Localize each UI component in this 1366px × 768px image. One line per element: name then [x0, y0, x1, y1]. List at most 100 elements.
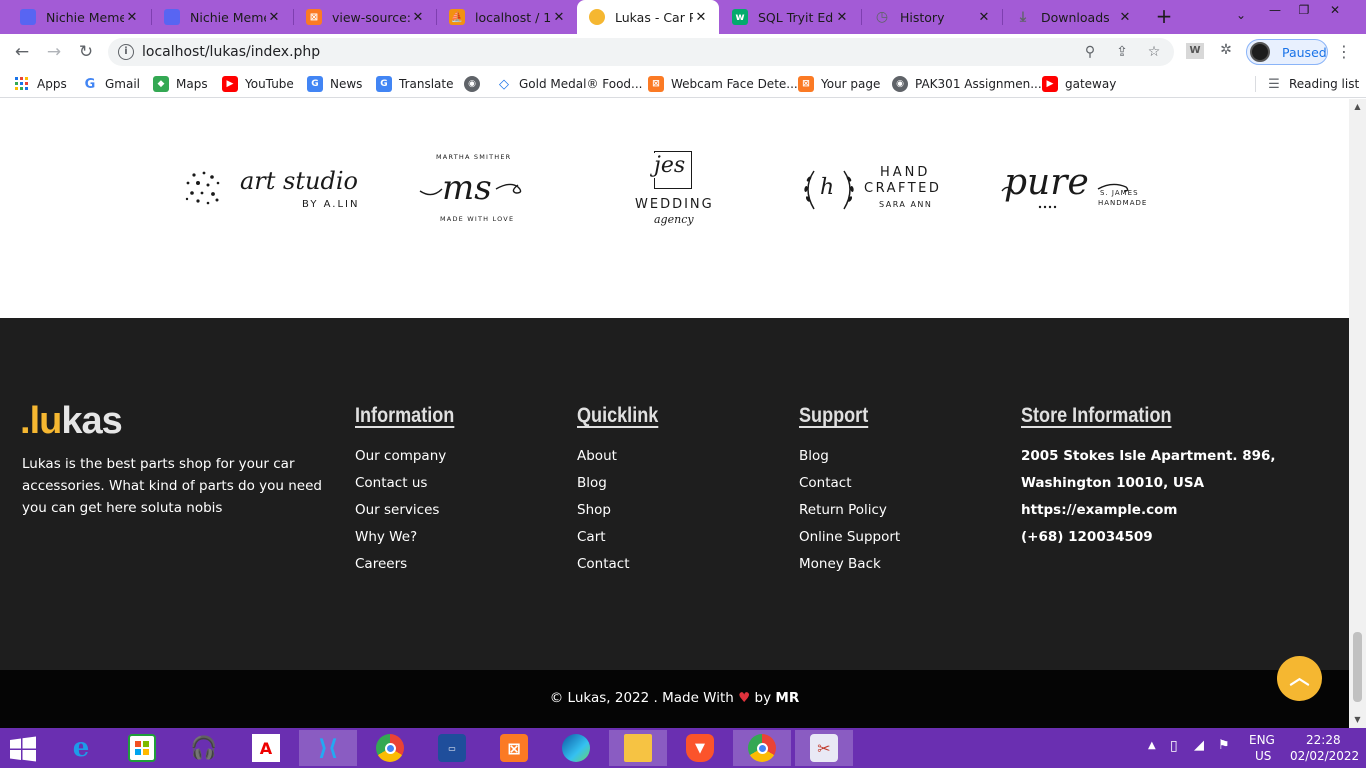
back-button[interactable]: ←: [10, 40, 34, 64]
tab-downloads[interactable]: ⤓ Downloads ✕: [1003, 0, 1143, 34]
taskbar-audio[interactable]: 🎧: [175, 730, 233, 766]
close-icon[interactable]: ✕: [266, 10, 282, 25]
footer-heading[interactable]: Store Information: [1021, 404, 1240, 428]
tab-phpmyadmin[interactable]: ⛵ localhost / 127 ✕: [437, 0, 577, 34]
tab-nichie-memes-2[interactable]: Nichie Memes ✕: [152, 0, 292, 34]
reload-button[interactable]: ↻: [74, 40, 98, 64]
bookmark-webcam[interactable]: ⊠ Webcam Face Dete...: [648, 75, 798, 93]
taskbar-store[interactable]: [113, 730, 171, 766]
language-code[interactable]: ENG: [1249, 733, 1275, 747]
url-text[interactable]: localhost/lukas/index.php: [142, 44, 320, 60]
taskbar-chrome-active[interactable]: [733, 730, 791, 766]
extensions-puzzle-icon[interactable]: ✲: [1216, 42, 1236, 62]
taskbar-paint[interactable]: ✂: [795, 730, 853, 766]
scroll-to-top-button[interactable]: ︿: [1277, 656, 1322, 701]
bookmark-globe[interactable]: ◉: [464, 75, 487, 93]
footer-link[interactable]: Contact us: [355, 473, 471, 500]
bookmark-gateway[interactable]: ▶ gateway: [1042, 75, 1116, 93]
bookmark-gmail[interactable]: G Gmail: [82, 75, 140, 93]
footer-link[interactable]: Careers: [355, 554, 471, 581]
kebab-menu-icon[interactable]: ⋮: [1336, 40, 1352, 64]
footer-heading[interactable]: Information: [355, 404, 454, 428]
show-hidden-icons-chevron-icon[interactable]: ▲: [1148, 740, 1156, 751]
address-bar[interactable]: i localhost/lukas/index.php ⚲ ⇪ ☆: [108, 38, 1174, 66]
footer-link[interactable]: Our company: [355, 446, 471, 473]
bookmark-gold-medal[interactable]: ◇ Gold Medal® Food...: [496, 75, 642, 93]
copyright-author[interactable]: MR: [775, 690, 799, 706]
bookmark-translate[interactable]: G Translate: [376, 75, 454, 93]
close-icon[interactable]: ✕: [693, 10, 709, 25]
footer-heading[interactable]: Support: [799, 404, 886, 428]
footer-brand-logo[interactable]: .lukas: [20, 400, 123, 443]
store-phone[interactable]: (+68) 120034509: [1021, 527, 1276, 554]
zoom-icon[interactable]: ⚲: [1080, 42, 1100, 62]
page-scrollbar[interactable]: ▲ ▼: [1349, 99, 1366, 728]
wifi-icon[interactable]: ◢: [1194, 738, 1204, 753]
close-icon[interactable]: ✕: [124, 10, 140, 25]
extension-w-icon[interactable]: W: [1186, 43, 1204, 59]
window-close-button[interactable]: ✕: [1322, 0, 1348, 20]
restore-button[interactable]: ❐: [1291, 0, 1317, 20]
tab-search-button[interactable]: ⌄: [1232, 8, 1250, 26]
taskbar-chrome[interactable]: [361, 730, 419, 766]
language-region[interactable]: US: [1255, 749, 1271, 763]
taskbar-ie[interactable]: e: [52, 730, 110, 766]
scroll-thumb[interactable]: [1353, 632, 1362, 702]
footer-link[interactable]: Blog: [799, 446, 900, 473]
close-icon[interactable]: ✕: [976, 10, 992, 25]
clock-time[interactable]: 22:28: [1306, 733, 1341, 747]
tab-view-source[interactable]: ⊠ view-source:lo ✕: [294, 0, 436, 34]
footer-link[interactable]: Return Policy: [799, 500, 900, 527]
bookmark-maps[interactable]: ◆ Maps: [153, 75, 208, 93]
windows-start-icon[interactable]: [8, 736, 38, 762]
footer-heading[interactable]: Quicklink: [577, 404, 658, 428]
taskbar-adobe[interactable]: A: [237, 730, 295, 766]
bookmark-star-icon[interactable]: ☆: [1144, 42, 1164, 62]
taskbar-edge[interactable]: [547, 730, 605, 766]
taskbar-file-explorer[interactable]: [609, 730, 667, 766]
close-icon[interactable]: ✕: [551, 10, 567, 25]
footer-link[interactable]: Contact: [799, 473, 900, 500]
taskbar-lenovo[interactable]: ▭: [423, 730, 481, 766]
close-icon[interactable]: ✕: [1117, 10, 1133, 25]
footer-link[interactable]: Cart: [577, 527, 672, 554]
footer-link[interactable]: Blog: [577, 473, 672, 500]
forward-button[interactable]: →: [42, 40, 66, 64]
new-tab-button[interactable]: +: [1152, 5, 1176, 29]
footer-link[interactable]: Our services: [355, 500, 471, 527]
footer-link[interactable]: Shop: [577, 500, 672, 527]
tab-sql-tryit[interactable]: w SQL Tryit Edito ✕: [720, 0, 860, 34]
battery-icon[interactable]: ▯: [1170, 738, 1178, 754]
footer-link[interactable]: Money Back: [799, 554, 900, 581]
bookmark-pak301[interactable]: ◉ PAK301 Assignmen...: [892, 75, 1042, 93]
bookmark-youtube[interactable]: ▶ YouTube: [222, 75, 294, 93]
scroll-down-arrow-icon[interactable]: ▼: [1349, 712, 1366, 728]
logo-ms[interactable]: MARTHA SMITHER ms MADE WITH LOVE: [418, 153, 530, 227]
minimize-button[interactable]: —: [1262, 0, 1288, 20]
scroll-up-arrow-icon[interactable]: ▲: [1349, 99, 1366, 115]
logo-jes-wedding[interactable]: jes WEDDING agency: [634, 151, 718, 231]
bookmark-news[interactable]: G News: [307, 75, 362, 93]
share-icon[interactable]: ⇪: [1112, 42, 1132, 62]
bookmark-your-page[interactable]: ⊠ Your page: [798, 75, 880, 93]
bookmark-apps[interactable]: Apps: [14, 75, 67, 93]
taskbar-brave[interactable]: ▼: [671, 730, 729, 766]
site-info-icon[interactable]: i: [118, 44, 134, 60]
taskbar-vscode[interactable]: ⟩⟨: [299, 730, 357, 766]
tab-nichie-memes-1[interactable]: Nichie Memes ✕: [8, 0, 150, 34]
taskbar-xampp[interactable]: ⊠: [485, 730, 543, 766]
footer-link[interactable]: Online Support: [799, 527, 900, 554]
logo-pure[interactable]: pure S. JAMES HANDMADE: [1000, 163, 1150, 215]
footer-link[interactable]: Why We?: [355, 527, 471, 554]
close-icon[interactable]: ✕: [410, 10, 426, 25]
logo-art-studio[interactable]: art studio BY A.LIN: [184, 167, 369, 215]
store-website[interactable]: https://example.com: [1021, 500, 1276, 527]
close-icon[interactable]: ✕: [834, 10, 850, 25]
footer-link[interactable]: About: [577, 446, 672, 473]
footer-link[interactable]: Contact: [577, 554, 672, 581]
tab-history[interactable]: ◷ History ✕: [862, 0, 1002, 34]
reading-list-button[interactable]: ☰ Reading list: [1266, 75, 1359, 93]
action-center-flag-icon[interactable]: ⚑: [1218, 738, 1230, 753]
logo-hand-crafted[interactable]: h HAND CRAFTED SARA ANN: [800, 165, 950, 215]
clock-date[interactable]: 02/02/2022: [1290, 749, 1359, 763]
